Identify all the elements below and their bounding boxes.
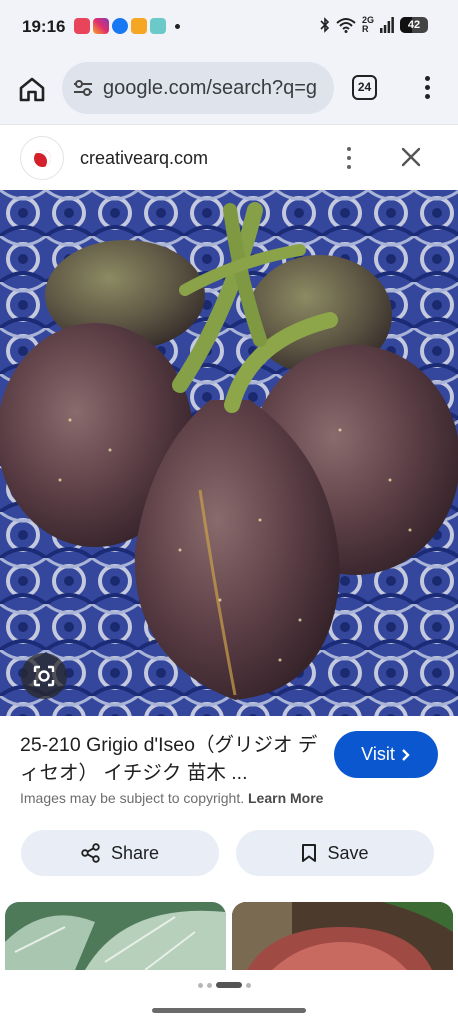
close-icon[interactable] (399, 145, 423, 169)
visit-label: Visit (361, 744, 395, 764)
site-favicon (20, 136, 64, 180)
bookmark-icon (302, 844, 317, 862)
learn-more-link[interactable]: Learn More (248, 790, 323, 806)
figs-photo (0, 190, 458, 716)
share-button[interactable]: Share (21, 830, 219, 876)
chevron-right-icon (401, 748, 410, 761)
copyright-notice: Images may be subject to copyright. Lear… (20, 790, 323, 806)
battery-level: 42 (407, 19, 421, 31)
status-bar: 19:16 2G R 42 (0, 0, 458, 56)
wifi-icon (336, 18, 356, 33)
more-vert-icon[interactable] (342, 146, 356, 172)
related-image[interactable] (232, 902, 453, 970)
home-icon[interactable] (16, 73, 48, 105)
tab-switcher-button[interactable]: 24 (352, 75, 377, 100)
gesture-bar[interactable] (152, 1008, 306, 1013)
instagram-icon (93, 18, 109, 34)
network-indicator: 2G R (362, 16, 374, 34)
status-time: 19:16 (22, 17, 66, 36)
site-name[interactable]: creativearq.com (80, 148, 208, 169)
visit-button[interactable]: Visit (334, 731, 438, 778)
url-text[interactable]: google.com/search?q=g (103, 77, 317, 100)
system-icons: 2G R 42 (320, 16, 428, 34)
battery-icon: 42 (400, 17, 428, 33)
signal-icon (380, 17, 394, 33)
related-image[interactable] (5, 902, 226, 970)
result-image[interactable] (0, 190, 458, 716)
notification-icons (74, 18, 180, 34)
page-indicator (198, 982, 251, 988)
result-title[interactable]: 25-210 Grigio d'Iseo（グリジオ ディセオ） イチジク 苗木 … (20, 731, 320, 787)
google-lens-icon[interactable] (21, 653, 67, 699)
notification-app-icon (74, 18, 90, 34)
bluetooth-icon (320, 17, 330, 33)
messenger-icon (112, 18, 128, 34)
save-label: Save (327, 842, 369, 863)
copyright-text: Images may be subject to copyright. (20, 790, 245, 806)
site-settings-icon[interactable] (72, 77, 94, 99)
app-icon (131, 18, 147, 34)
share-icon (81, 843, 100, 863)
app-icon (150, 18, 166, 34)
browser-toolbar: google.com/search?q=g 24 (0, 56, 458, 124)
more-notifications-dot (175, 23, 180, 29)
share-label: Share (110, 842, 160, 863)
address-bar[interactable]: google.com/search?q=g (62, 62, 334, 114)
source-site-header: creativearq.com (0, 124, 458, 190)
roaming-indicator: R (361, 24, 369, 34)
save-button[interactable]: Save (236, 830, 434, 876)
more-vert-icon[interactable] (418, 74, 436, 102)
